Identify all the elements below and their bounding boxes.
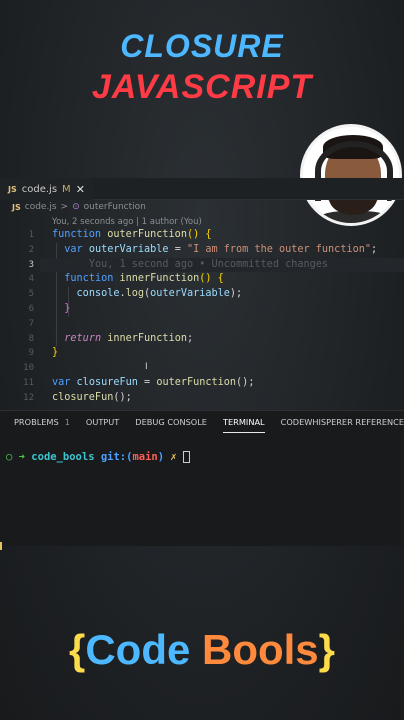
text-cursor-icon: I — [145, 362, 148, 372]
code-editor[interactable]: 1 function outerFunction() { 2 var outerV… — [0, 228, 404, 406]
breadcrumb-symbol[interactable]: outerFunction — [84, 202, 146, 212]
code-line: 8 return innerFunction; — [28, 332, 194, 344]
code-line: 5 console.log(outerVariable); — [28, 288, 243, 300]
tab-filename: code.js — [21, 183, 58, 195]
code-line: 9} — [28, 347, 59, 359]
code-line: 4 function innerFunction() { — [28, 273, 224, 285]
js-file-icon: JS — [12, 202, 21, 212]
code-line: 10 — [23, 363, 34, 374]
symbol-method-icon: ⊙ — [72, 202, 80, 212]
js-file-icon: JS — [8, 184, 17, 194]
code-line-current: 3 You, 1 second ago • Uncommitted change… — [0, 257, 404, 273]
problems-count: 1 — [64, 417, 70, 427]
codelens-blame[interactable]: You, 2 seconds ago | 1 author (You) — [52, 217, 202, 227]
breadcrumb-file[interactable]: code.js — [25, 202, 57, 212]
modified-indicator: M — [62, 183, 71, 195]
breadcrumb: JS code.js > ⊙ outerFunction — [12, 202, 146, 212]
terminal-scroll-marker — [0, 542, 2, 550]
video-title-line1: CLOSURE — [120, 28, 284, 64]
code-line: 6 } — [28, 302, 71, 314]
code-line: 2 var outerVariable = "I am from the out… — [28, 243, 378, 255]
code-line: 7 — [28, 318, 34, 329]
prompt-directory: code_bools — [31, 451, 95, 463]
editor-tab-bar: JS code.js M ✕ — [0, 178, 404, 200]
panel-tabs: PROBLEMS 1 OUTPUT DEBUG CONSOLE TERMINAL … — [14, 417, 404, 433]
tab-code-js[interactable]: JS code.js M ✕ — [0, 178, 93, 200]
video-title-line2: JAVASCRIPT — [91, 68, 313, 106]
brand-logo: {Code Bools} — [68, 626, 336, 673]
git-dirty-icon: ✗ — [170, 451, 177, 463]
breadcrumb-separator: > — [60, 202, 69, 212]
terminal-cursor — [183, 451, 191, 463]
tab-terminal[interactable]: TERMINAL — [222, 417, 265, 433]
bottom-panel: PROBLEMS 1 OUTPUT DEBUG CONSOLE TERMINAL … — [0, 410, 404, 546]
tab-codewhisperer-reference-log[interactable]: CODEWHISPERER REFERENCE LO — [281, 417, 404, 433]
close-tab-icon[interactable]: ✕ — [76, 183, 85, 196]
git-branch: main — [132, 451, 158, 463]
inline-blame: You, 1 second ago • Uncommitted changes — [88, 258, 329, 270]
tab-problems[interactable]: PROBLEMS 1 — [14, 417, 70, 433]
presenter-avatar — [300, 124, 402, 226]
code-line: 11 var closureFun = outerFunction(); — [23, 376, 255, 388]
code-line: 1 function outerFunction() { — [28, 229, 212, 240]
tab-debug-console[interactable]: DEBUG CONSOLE — [135, 417, 207, 433]
terminal-prompt[interactable]: ○ ➜ code_bools git:(main) ✗ — [6, 451, 191, 463]
tab-output[interactable]: OUTPUT — [86, 417, 119, 433]
prompt-arrow-icon: ○ ➜ — [6, 451, 25, 463]
code-line: 12 closureFun(); — [23, 391, 132, 403]
